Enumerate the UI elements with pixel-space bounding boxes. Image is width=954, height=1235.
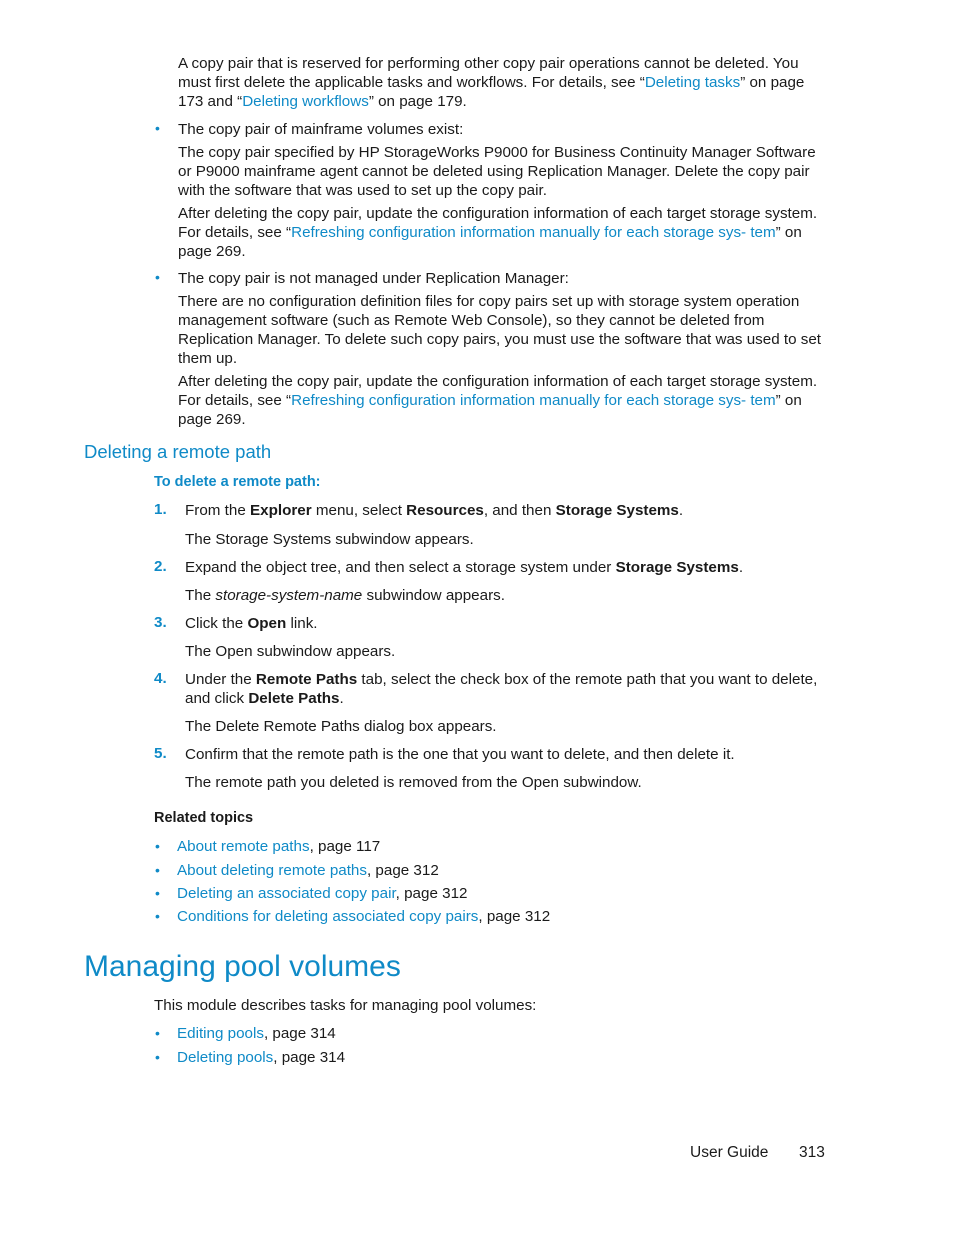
bullet-icon: • (155, 908, 160, 924)
ui-term: Resources (406, 502, 484, 519)
pool-intro: This module describes tasks for managing… (154, 997, 537, 1014)
text: subwindow appears. (362, 587, 505, 604)
text: link. (286, 615, 318, 632)
step-5: Confirm that the remote path is the one … (185, 745, 835, 792)
page-ref: , page 117 (309, 838, 381, 855)
link-about-remote-paths[interactable]: About remote paths (177, 838, 310, 855)
step-1: From the Explorer menu, select Resources… (185, 501, 835, 549)
ui-term: Remote Paths (255, 671, 358, 688)
step-number: 3. (154, 614, 167, 631)
related-item: About remote paths, page 117 (177, 838, 380, 855)
step-number: 1. (154, 501, 167, 518)
link-deleting-pools[interactable]: Deleting pools (177, 1049, 273, 1066)
footer-label: User Guide (690, 1144, 769, 1161)
mainframe-refresh-paragraph: After deleting the copy pair, update the… (178, 204, 833, 261)
link-conditions-deleting-copy-pairs[interactable]: Conditions for deleting associated copy … (177, 908, 478, 925)
bullet-mainframe: The copy pair of mainframe volumes exist… (178, 120, 833, 261)
bullet-title: The copy pair is not managed under Repli… (178, 270, 569, 287)
pool-item: Deleting pools, page 314 (177, 1049, 345, 1066)
ui-term: Explorer (250, 502, 312, 519)
bullet-icon: • (155, 885, 160, 901)
bullet-icon: • (155, 838, 160, 854)
ui-term: Open (247, 615, 287, 632)
text: menu, select (311, 502, 407, 519)
unmanaged-paragraph: There are no configuration definition fi… (178, 293, 822, 367)
related-item: About deleting remote paths, page 312 (177, 862, 439, 879)
text: Click the (185, 615, 248, 632)
text: Under the (185, 671, 256, 688)
step-result: The remote path you deleted is removed f… (185, 774, 642, 791)
related-item: Conditions for deleting associated copy … (177, 908, 550, 925)
link-editing-pools[interactable]: Editing pools (177, 1025, 264, 1042)
step-result: The storage-system-name subwindow appear… (185, 586, 835, 605)
link-refreshing-config[interactable]: Refreshing configuration information man… (291, 224, 776, 241)
ui-term: Delete Paths (248, 690, 340, 707)
link-about-deleting-remote-paths[interactable]: About deleting remote paths (177, 862, 367, 879)
page-ref: , page 312 (366, 862, 439, 879)
step-2: Expand the object tree, and then select … (185, 558, 835, 605)
related-item: Deleting an associated copy pair, page 3… (177, 885, 467, 902)
bullet-icon: • (155, 120, 160, 136)
text: , and then (483, 502, 556, 519)
unmanaged-refresh-paragraph: After deleting the copy pair, update the… (178, 372, 833, 429)
link-deleting-workflows[interactable]: Deleting workflows (242, 93, 369, 110)
text: The (185, 587, 216, 604)
page-ref: , page 314 (273, 1049, 346, 1066)
bullet-icon: • (155, 862, 160, 878)
bullet-title: The copy pair of mainframe volumes exist… (178, 121, 464, 138)
page-number: 313 (799, 1144, 825, 1161)
bullet-unmanaged: The copy pair is not managed under Repli… (178, 269, 833, 429)
link-deleting-tasks[interactable]: Deleting tasks (645, 74, 740, 91)
chapter-heading-managing-pool-volumes: Managing pool volumes (84, 950, 401, 983)
intro-paragraph: A copy pair that is reserved for perform… (178, 54, 833, 111)
text: . (678, 502, 684, 519)
pool-item: Editing pools, page 314 (177, 1025, 336, 1042)
text: Expand the object tree, and then select … (185, 559, 616, 576)
step-result: The Open subwindow appears. (185, 643, 396, 660)
step-text: Confirm that the remote path is the one … (185, 746, 735, 763)
page-ref: , page 312 (395, 885, 468, 902)
procedure-title: To delete a remote path: (154, 474, 321, 490)
bullet-icon: • (155, 1025, 160, 1041)
step-number: 2. (154, 558, 167, 575)
bullet-icon: • (155, 269, 160, 285)
step-4: Under the Remote Paths tab, select the c… (185, 670, 835, 736)
page-ref: , page 312 (478, 908, 551, 925)
link-refreshing-config[interactable]: Refreshing configuration information man… (291, 392, 776, 409)
text: . (339, 690, 344, 707)
step-3: Click the Open link. The Open subwindow … (185, 614, 835, 661)
step-result: The Storage Systems subwindow appears. (185, 531, 474, 548)
step-number: 5. (154, 745, 167, 762)
ui-term: Storage Systems (555, 502, 679, 519)
variable-term: storage-system-name (215, 587, 363, 604)
bullet-icon: • (155, 1049, 160, 1065)
text: ” on page 179. (368, 93, 467, 110)
step-number: 4. (154, 670, 167, 687)
step-result: The Delete Remote Paths dialog box appea… (185, 718, 497, 735)
text: From the (185, 502, 250, 519)
page-ref: , page 314 (263, 1025, 336, 1042)
section-heading-deleting-remote-path: Deleting a remote path (84, 441, 272, 462)
mainframe-paragraph: The copy pair specified by HP StorageWor… (178, 144, 816, 199)
link-deleting-associated-copy-pair[interactable]: Deleting an associated copy pair (177, 885, 396, 902)
text: . (738, 559, 744, 576)
related-topics-title: Related topics (154, 810, 254, 826)
ui-term: Storage Systems (615, 559, 739, 576)
